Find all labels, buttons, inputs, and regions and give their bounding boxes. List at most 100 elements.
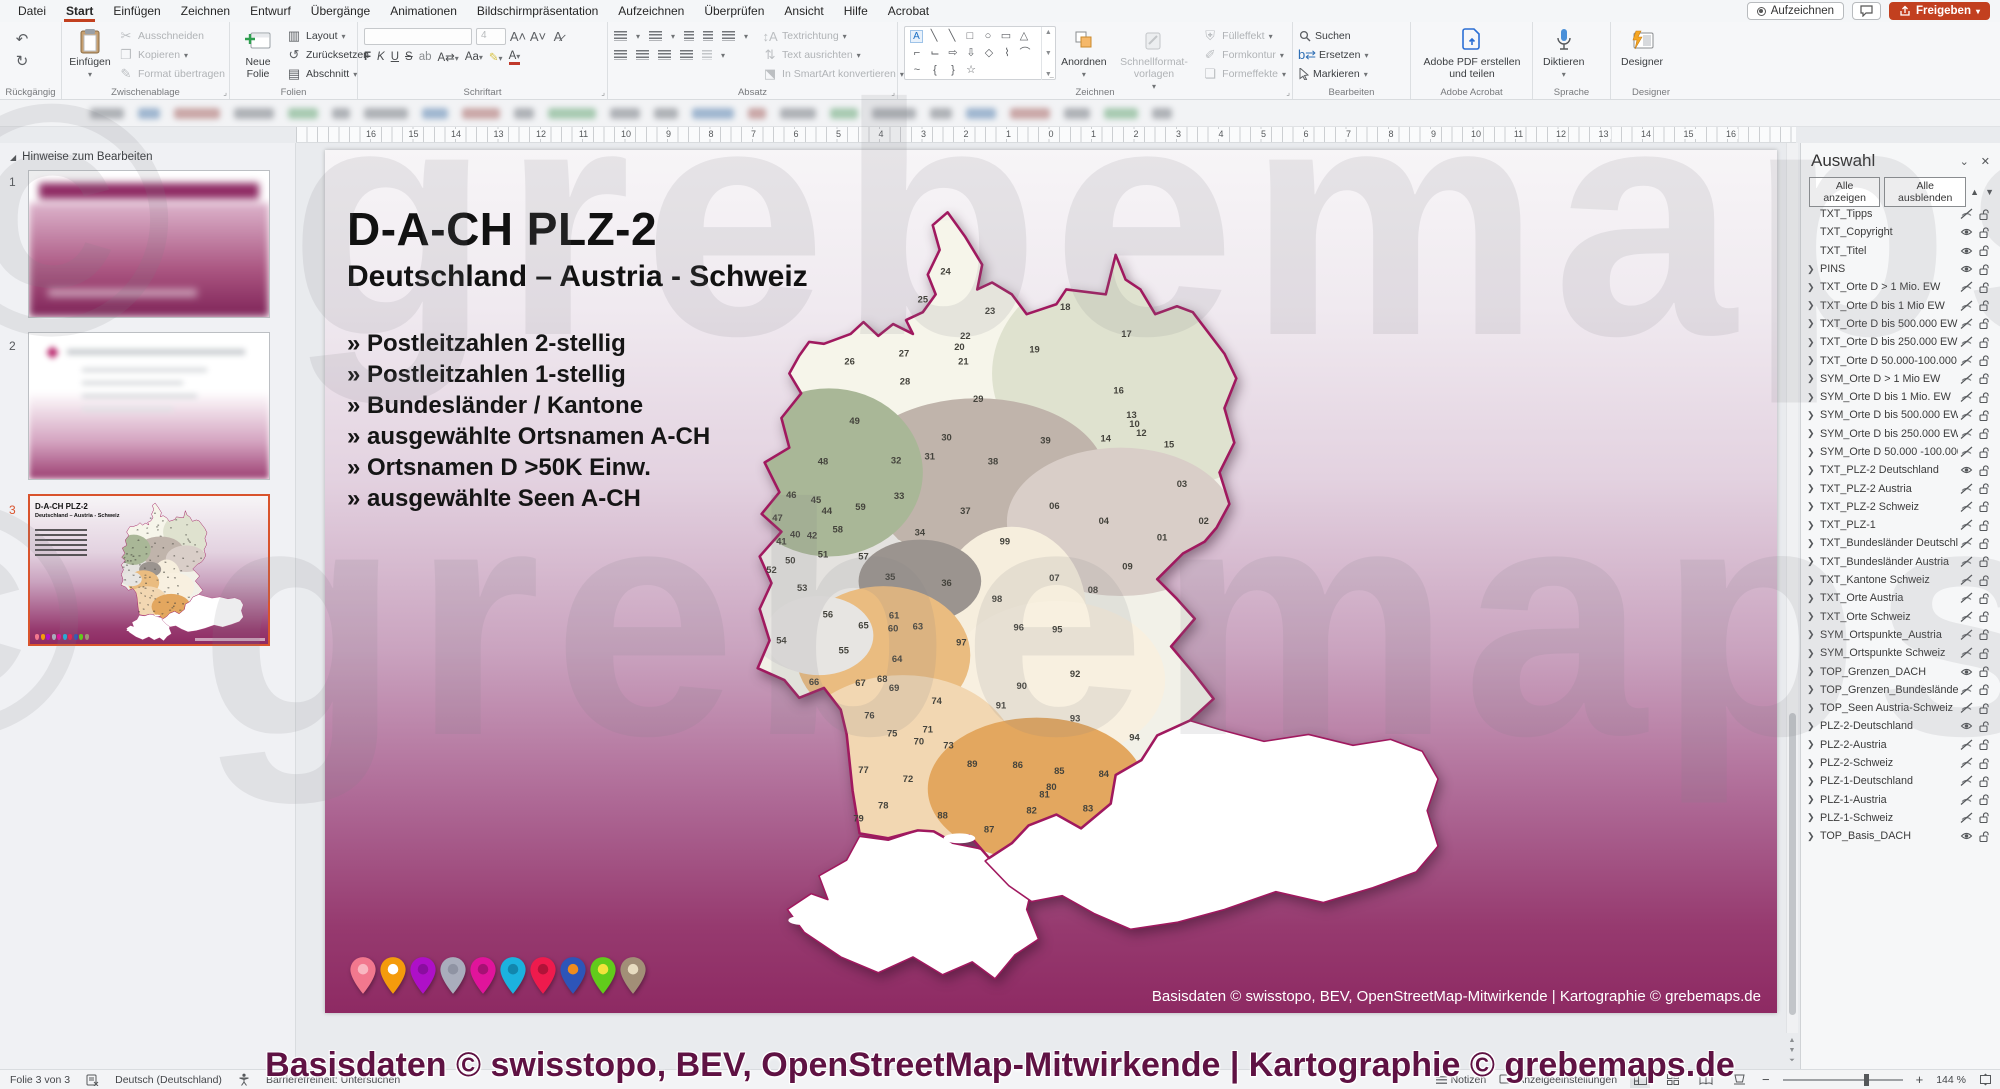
unlock-icon[interactable] — [1975, 464, 1992, 477]
format-painter-button[interactable]: ✎ Format übertragen — [118, 66, 225, 82]
arrange-button[interactable]: Anordnen ▾ — [1061, 26, 1107, 81]
slide-3-editing-surface[interactable]: D-A-CH PLZ-2 Deutschland – Austria - Sch… — [325, 150, 1777, 1013]
visibility-on-icon[interactable] — [1958, 666, 1975, 678]
selection-item-label[interactable]: TXT_PLZ-2 Deutschland — [1820, 464, 1958, 476]
selection-item[interactable]: ❯ SYM_Orte D > 1 Mio EW — [1801, 370, 2000, 388]
menu-tab-aufzeichnen[interactable]: Aufzeichnen — [608, 1, 694, 22]
expand-chevron-icon[interactable]: ❯ — [1807, 629, 1820, 640]
char-spacing-button[interactable]: A⇄▾ — [437, 50, 458, 64]
designer-button[interactable]: Designer — [1617, 26, 1667, 70]
unlock-icon[interactable] — [1975, 409, 1992, 422]
expand-chevron-icon[interactable]: ❯ — [1807, 556, 1820, 567]
selection-item[interactable]: ❯ TXT_Orte Austria — [1801, 589, 2000, 607]
increase-indent-button[interactable] — [703, 31, 714, 41]
selection-item-label[interactable]: TXT_Bundesländer Deutschland — [1820, 537, 1958, 549]
numbering-button[interactable] — [649, 31, 663, 41]
selection-item[interactable]: ❯ TXT_Orte D bis 250.000 EW — [1801, 333, 2000, 351]
selection-item-label[interactable]: TXT_Orte D > 1 Mio. EW — [1820, 281, 1958, 293]
zoom-in-button[interactable]: + — [1916, 1072, 1924, 1087]
selection-item[interactable]: ❯ SYM_Ortspunkte_Austria — [1801, 626, 2000, 644]
unlock-icon[interactable] — [1975, 592, 1992, 605]
paste-button[interactable]: Einfügen ▾ — [68, 26, 112, 81]
language-indicator[interactable]: Deutsch (Deutschland) — [115, 1074, 222, 1086]
visibility-off-icon[interactable] — [1958, 428, 1975, 440]
expand-chevron-icon[interactable]: ❯ — [1807, 300, 1820, 311]
selection-item[interactable]: ❯ PLZ-2-Deutschland — [1801, 717, 2000, 735]
selection-item-label[interactable]: SYM_Ortspunkte_Austria — [1820, 629, 1958, 641]
expand-chevron-icon[interactable]: ❯ — [1807, 483, 1820, 494]
expand-chevron-icon[interactable]: ❯ — [1807, 264, 1820, 275]
shapes-gallery-scroll[interactable]: ▲ ▼ ▼̲ — [1040, 27, 1055, 80]
accessibility-icon[interactable] — [238, 1073, 250, 1086]
normal-view-button[interactable] — [1630, 1071, 1651, 1088]
expand-chevron-icon[interactable]: ❯ — [1807, 648, 1820, 659]
replace-button[interactable]: b⇄ Ersetzen ▾ — [1298, 47, 1369, 63]
selection-item[interactable]: ❯ PLZ-2-Schweiz — [1801, 754, 2000, 772]
unlock-icon[interactable] — [1975, 391, 1992, 404]
slide-thumbnail-2[interactable] — [28, 332, 270, 480]
selection-item[interactable]: ❯ SYM_Ortspunkte Schweiz — [1801, 644, 2000, 662]
selection-item[interactable]: ❯ TXT_Kantone Schweiz — [1801, 571, 2000, 589]
unlock-icon[interactable] — [1975, 555, 1992, 568]
selection-item[interactable]: ❯ TXT_Orte D bis 1 Mio EW — [1801, 296, 2000, 314]
reset-button[interactable]: ↺ Zurücksetzen — [286, 47, 369, 63]
visibility-off-icon[interactable] — [1958, 391, 1975, 403]
align-center-button[interactable] — [636, 50, 649, 60]
adobe-pdf-button[interactable]: Adobe PDF erstellen und teilen — [1417, 26, 1527, 82]
visibility-off-icon[interactable] — [1958, 775, 1975, 787]
unlock-icon[interactable] — [1975, 647, 1992, 660]
menu-tab-überprüfen[interactable]: Überprüfen — [694, 1, 774, 22]
unlock-icon[interactable] — [1975, 702, 1992, 715]
visibility-on-icon[interactable] — [1958, 464, 1975, 476]
selection-item-label[interactable]: TXT_Orte D bis 250.000 EW — [1820, 336, 1958, 348]
selection-item[interactable]: ❯TOP_Grenzen_Bundesländer/Kant... — [1801, 681, 2000, 699]
selection-item-label[interactable]: PINS — [1820, 263, 1958, 275]
unlock-icon[interactable] — [1975, 226, 1992, 239]
selection-item-label[interactable]: TXT_PLZ-1 — [1820, 519, 1958, 531]
new-slide-button[interactable]: Neue Folie — [236, 26, 280, 82]
unlock-icon[interactable] — [1975, 720, 1992, 733]
decrease-indent-button[interactable] — [684, 31, 695, 41]
visibility-off-icon[interactable] — [1958, 702, 1975, 714]
selection-item-label[interactable]: TXT_Orte Schweiz — [1820, 611, 1958, 623]
accessibility-check[interactable]: Barrierefreiheit: Untersuchen — [266, 1074, 400, 1086]
hide-all-button[interactable]: Alle ausblenden — [1884, 177, 1967, 207]
selection-item-label[interactable]: TXT_PLZ-2 Austria — [1820, 483, 1958, 495]
expand-chevron-icon[interactable]: ❯ — [1807, 501, 1820, 512]
font-color-button[interactable]: A▾ — [508, 50, 521, 65]
quick-styles-button[interactable]: Schnellformat-vorlagen ▾ — [1112, 26, 1196, 93]
find-button[interactable]: Suchen — [1299, 28, 1368, 44]
grow-font-button[interactable]: A˄ — [510, 29, 526, 44]
visibility-on-icon[interactable] — [1958, 720, 1975, 732]
unlock-icon[interactable] — [1975, 299, 1992, 312]
menu-tab-acrobat[interactable]: Acrobat — [878, 1, 939, 22]
expand-chevron-icon[interactable]: ❯ — [1807, 538, 1820, 549]
columns-button[interactable] — [702, 50, 712, 60]
unlock-icon[interactable] — [1975, 427, 1992, 440]
selection-item-label[interactable]: TXT_Copyright — [1820, 226, 1958, 238]
selection-item-label[interactable]: SYM_Orte D 50.000 -100.000 EW — [1820, 446, 1958, 458]
menu-tab-einfügen[interactable]: Einfügen — [103, 1, 170, 22]
expand-chevron-icon[interactable]: ❯ — [1807, 392, 1820, 403]
selection-item-label[interactable]: TXT_Orte D 50.000-100.000 EW — [1820, 355, 1958, 367]
highlight-button[interactable]: ✎▾ — [489, 50, 503, 64]
visibility-off-icon[interactable] — [1958, 794, 1975, 806]
comments-button[interactable] — [1852, 2, 1882, 20]
selection-item-label[interactable]: SYM_Orte D > 1 Mio EW — [1820, 373, 1958, 385]
change-case-button[interactable]: Aa▾ — [465, 51, 483, 63]
layout-button[interactable]: ▥ Layout ▾ — [286, 28, 369, 44]
selection-item[interactable]: ❯ TOP_Basis_DACH — [1801, 827, 2000, 845]
visibility-off-icon[interactable] — [1958, 647, 1975, 659]
vertical-scrollbar[interactable] — [1786, 143, 1798, 1033]
visibility-off-icon[interactable] — [1958, 757, 1975, 769]
dictate-button[interactable]: Diktieren ▾ — [1539, 26, 1588, 81]
visibility-off-icon[interactable] — [1958, 519, 1975, 531]
slide-bullet-list[interactable]: » Postleitzahlen 2-stellig » Postleitzah… — [347, 328, 710, 514]
move-down-icon[interactable]: ▼ — [1985, 187, 1994, 197]
unlock-icon[interactable] — [1975, 244, 1992, 257]
redo-button[interactable]: ↻ — [14, 53, 30, 70]
menu-tab-ansicht[interactable]: Ansicht — [774, 1, 833, 22]
selection-item[interactable]: ❯TXT_Bundesländer Deutschland — [1801, 534, 2000, 552]
visibility-off-icon[interactable] — [1958, 446, 1975, 458]
expand-chevron-icon[interactable]: ❯ — [1807, 611, 1820, 622]
